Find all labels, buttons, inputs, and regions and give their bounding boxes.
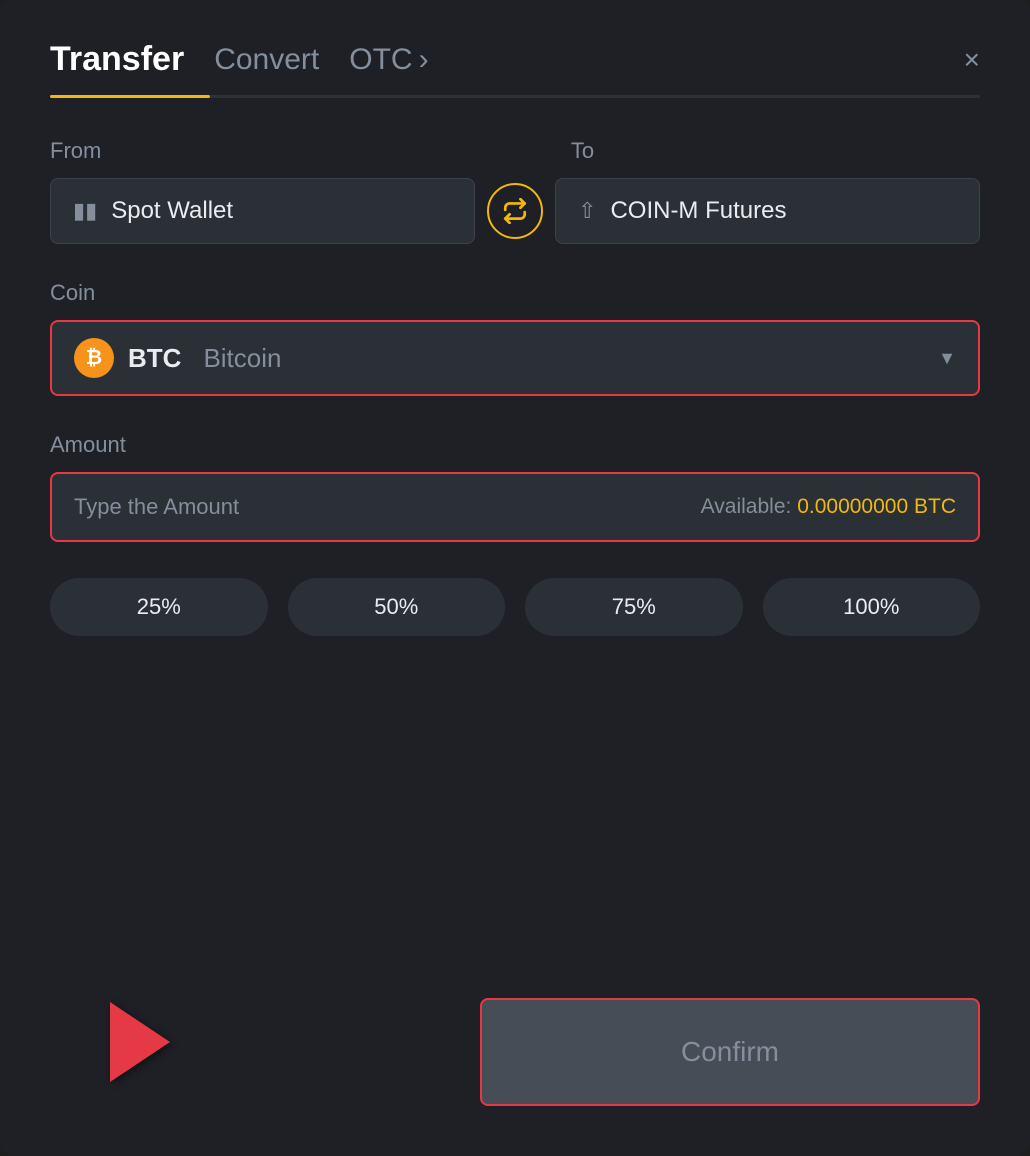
- swap-btn-container: [475, 183, 555, 239]
- coin-fullname: Bitcoin: [203, 343, 281, 374]
- coin-label: Coin: [50, 280, 980, 306]
- from-to-row: ▮▮ Spot Wallet ⇧ COIN-M Futures: [50, 178, 980, 244]
- available-info: Available: 0.00000000 BTC: [701, 495, 956, 519]
- amount-label: Amount: [50, 432, 980, 458]
- card-icon: ▮▮: [73, 198, 97, 224]
- confirm-button[interactable]: Confirm: [480, 998, 980, 1106]
- tab-underline-row: [50, 95, 980, 98]
- transfer-modal: Transfer Convert OTC › × From To ▮▮ Spot…: [0, 0, 1030, 1156]
- coin-symbol: BTC: [128, 343, 181, 374]
- bottom-section: Confirm: [50, 978, 980, 1106]
- from-to-labels: From To: [50, 138, 980, 164]
- percent-25-button[interactable]: 25%: [50, 578, 268, 636]
- amount-input[interactable]: [74, 494, 701, 520]
- percent-buttons-row: 25% 50% 75% 100%: [50, 578, 980, 636]
- arrow-indicator: [110, 1002, 170, 1082]
- futures-icon: ⇧: [578, 198, 596, 224]
- tab-convert[interactable]: Convert: [214, 43, 319, 77]
- chevron-right-icon: ›: [419, 43, 429, 77]
- from-wallet-name: Spot Wallet: [111, 197, 233, 225]
- percent-75-button[interactable]: 75%: [525, 578, 743, 636]
- header-tabs: Transfer Convert OTC › ×: [50, 40, 980, 79]
- to-label: To: [571, 138, 980, 164]
- available-value: 0.00000000 BTC: [797, 495, 956, 518]
- close-button[interactable]: ×: [964, 46, 980, 74]
- tab-transfer[interactable]: Transfer: [50, 40, 184, 79]
- from-to-section: From To ▮▮ Spot Wallet ⇧: [50, 138, 980, 244]
- percent-100-button[interactable]: 100%: [763, 578, 981, 636]
- coin-selector[interactable]: ₿ BTC Bitcoin ▼: [50, 320, 980, 396]
- to-wallet-name: COIN-M Futures: [610, 197, 786, 225]
- amount-section: Amount Available: 0.00000000 BTC: [50, 432, 980, 542]
- amount-box: Available: 0.00000000 BTC: [50, 472, 980, 542]
- coin-section: Coin ₿ BTC Bitcoin ▼: [50, 280, 980, 396]
- swap-button[interactable]: [487, 183, 543, 239]
- inactive-tab-underline: [210, 95, 980, 98]
- percent-50-button[interactable]: 50%: [288, 578, 506, 636]
- from-label: From: [50, 138, 459, 164]
- btc-icon: ₿: [74, 338, 114, 378]
- available-label: Available:: [701, 495, 792, 518]
- from-wallet-box[interactable]: ▮▮ Spot Wallet: [50, 178, 475, 244]
- active-tab-underline: [50, 95, 210, 98]
- tab-otc[interactable]: OTC ›: [349, 43, 428, 77]
- to-wallet-box[interactable]: ⇧ COIN-M Futures: [555, 178, 980, 244]
- chevron-down-icon: ▼: [938, 348, 956, 369]
